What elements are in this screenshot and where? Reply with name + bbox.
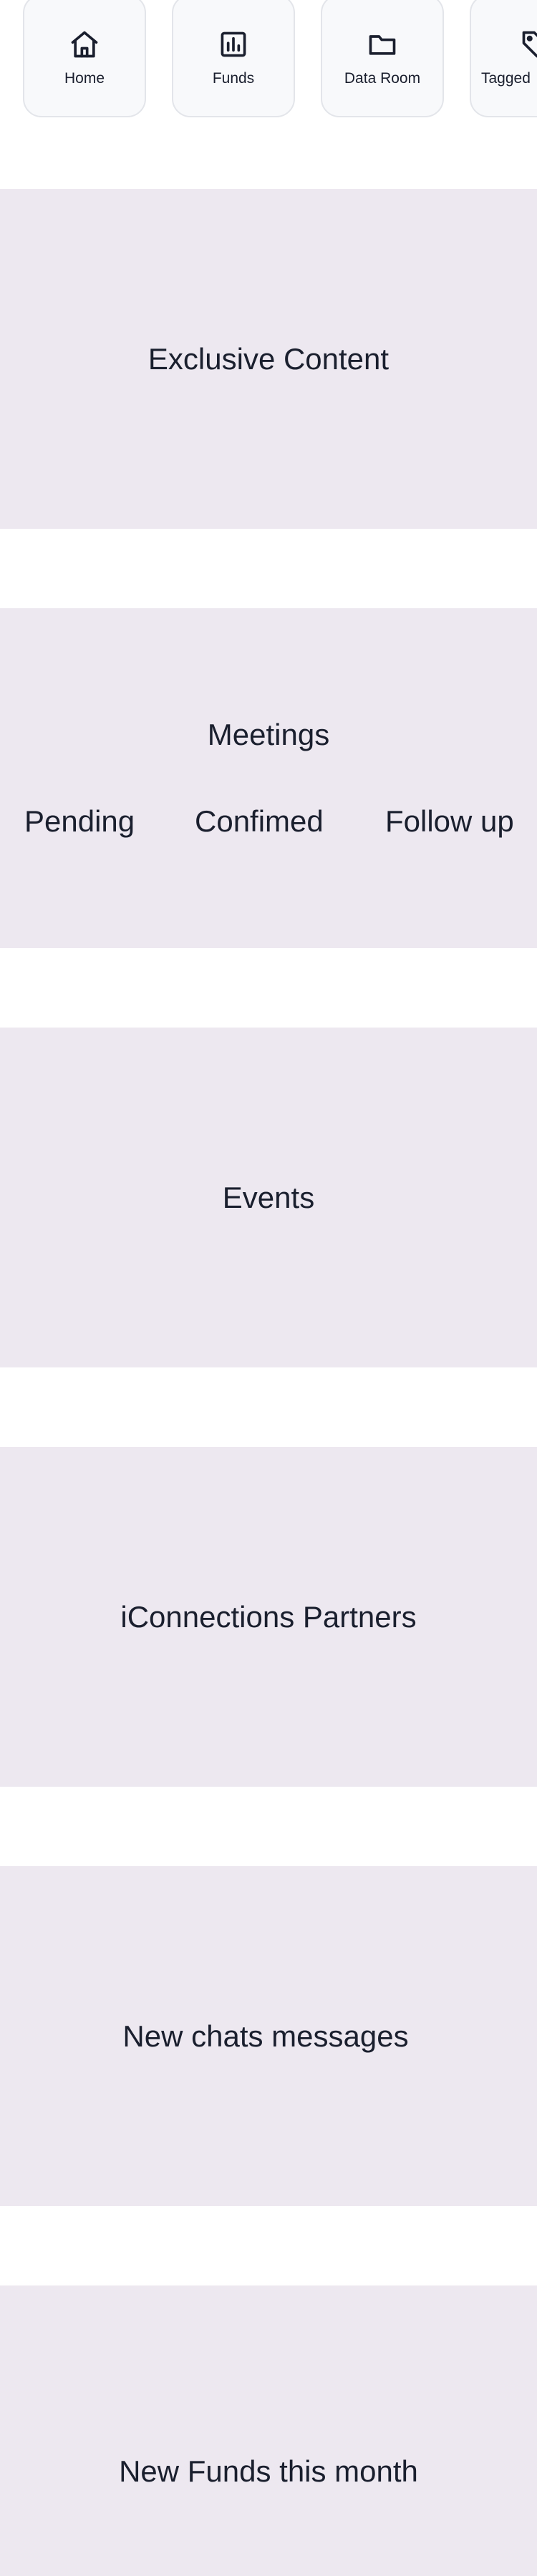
section-title: New chats messages xyxy=(122,2019,409,2053)
section-title: Exclusive Content xyxy=(147,341,390,376)
section-title: New Funds this month xyxy=(119,2454,418,2488)
chats-section[interactable]: New chats messages xyxy=(0,1866,537,2206)
nav-card-home[interactable]: Home xyxy=(23,0,146,117)
events-section[interactable]: Events xyxy=(0,1028,537,1367)
nav-card-data-room[interactable]: Data Room xyxy=(321,0,444,117)
nav-card-label: Tagged xyxy=(481,70,531,87)
tag-icon xyxy=(520,29,537,60)
home-icon xyxy=(69,29,100,60)
partners-section[interactable]: iConnections Partners xyxy=(0,1447,537,1787)
new-funds-section[interactable]: New Funds this month xyxy=(0,2285,537,2576)
bar-chart-icon xyxy=(218,29,249,60)
section-title: Events xyxy=(222,1180,315,1214)
nav-card-label: Funds xyxy=(212,70,255,87)
meeting-status-confirmed[interactable]: Confimed xyxy=(195,804,324,839)
nav-card-funds[interactable]: Funds xyxy=(172,0,295,117)
section-title: Meetings xyxy=(207,718,330,751)
meeting-status-pending[interactable]: Pending xyxy=(24,804,135,839)
nav-card-label: Data Room xyxy=(344,70,421,87)
meetings-section[interactable]: Meetings Pending Confimed Follow up xyxy=(0,608,537,948)
nav-card-tagged[interactable]: Tagged xyxy=(470,0,537,117)
section-title: iConnections Partners xyxy=(120,1599,417,1634)
quick-nav-row: Home Funds Data Room Tagged xyxy=(0,0,537,122)
nav-card-label: Home xyxy=(64,70,105,87)
exclusive-content-section[interactable]: Exclusive Content xyxy=(0,189,537,529)
folder-icon xyxy=(367,29,398,60)
meeting-status-follow-up[interactable]: Follow up xyxy=(385,804,514,839)
